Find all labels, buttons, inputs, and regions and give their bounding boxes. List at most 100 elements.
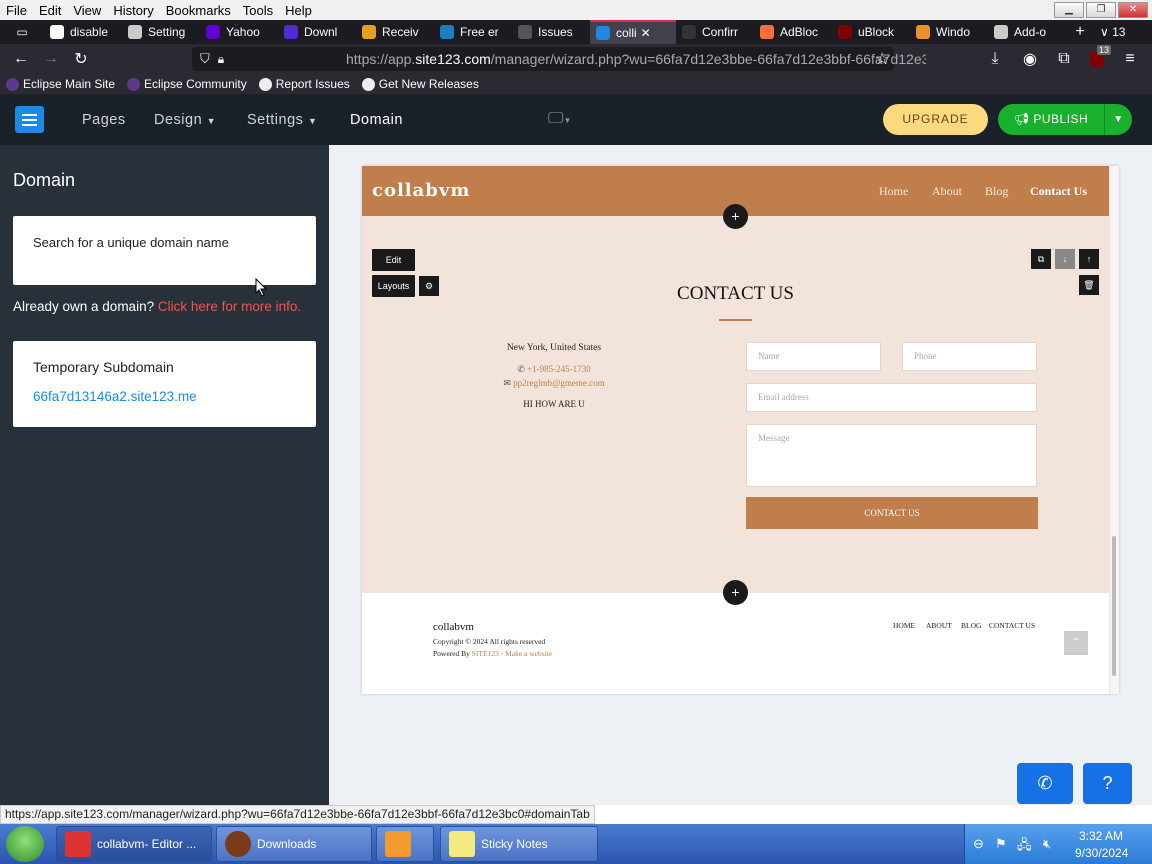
phone-field[interactable]: Phone <box>902 342 1037 371</box>
bookmark-eclipse-main[interactable]: Eclipse Main Site <box>6 77 115 91</box>
browser-tab[interactable]: Downl <box>278 20 356 44</box>
downloads-icon[interactable]: ⤓ <box>980 44 1010 74</box>
extensions-icon[interactable]: ⧉ <box>1049 44 1079 74</box>
browser-tab[interactable]: Yahoo <box>200 20 278 44</box>
clock-time[interactable]: 3:32 AM <box>1079 829 1123 843</box>
site-logo[interactable]: collabvm <box>372 180 470 201</box>
close-window-button[interactable]: ✕ <box>1118 2 1148 18</box>
nav-domain[interactable]: Domain <box>350 112 403 128</box>
publish-dropdown-button[interactable]: ▼ <box>1105 114 1132 125</box>
preview-scrollbar[interactable] <box>1110 166 1119 694</box>
browser-tab[interactable]: Windo <box>910 20 988 44</box>
move-down-icon[interactable]: ↓ <box>1055 249 1075 269</box>
domain-search-card[interactable]: Search for a unique domain name <box>13 216 316 285</box>
taskbar-item-browser[interactable]: collabvm- Editor ... <box>56 826 212 862</box>
taskbar-item-downloads[interactable]: Downloads <box>216 826 372 862</box>
contact-email[interactable]: ✉ pp2reglmb@gmeme.com <box>454 378 654 389</box>
site-nav-contact[interactable]: Contact Us <box>1030 184 1087 199</box>
minimize-button[interactable]: ▁ <box>1054 2 1084 18</box>
browser-tab[interactable]: Add-o <box>988 20 1066 44</box>
browser-tab-label: Setting <box>148 25 186 39</box>
desktop-preview-icon[interactable]: 🖵︎▼ <box>548 110 571 128</box>
nav-settings[interactable]: Settings ▼ <box>247 112 317 128</box>
browser-tab[interactable]: Confirr <box>676 20 754 44</box>
start-alien-icon[interactable] <box>6 826 44 862</box>
temp-subdomain-link[interactable]: 66fa7d13146a2.site123.me <box>33 389 197 404</box>
browser-tab[interactable]: Receiv <box>356 20 434 44</box>
bookmark-report-issues[interactable]: Report Issues <box>258 77 350 91</box>
publish-button[interactable]: 📢︎ PUBLISH ▼ <box>998 104 1132 135</box>
email-field[interactable]: Email address <box>746 383 1037 412</box>
add-section-button-bottom[interactable]: + <box>723 580 748 605</box>
site123-logo[interactable] <box>15 106 44 133</box>
phone-support-button[interactable]: ✆ <box>1017 763 1073 804</box>
menu-history[interactable]: History <box>107 3 159 18</box>
tab-overflow-button[interactable]: ∨ 13 <box>1094 20 1131 44</box>
footer-nav-about[interactable]: ABOUT <box>926 621 952 630</box>
footer-nav-contact[interactable]: CONTACT US <box>989 621 1035 630</box>
menu-edit[interactable]: Edit <box>33 3 67 18</box>
menu-file[interactable]: File <box>0 3 33 18</box>
forward-button[interactable]: → <box>36 44 66 74</box>
click-here-link[interactable]: Click here for more info. <box>158 299 301 314</box>
add-section-button-top[interactable]: + <box>723 204 748 229</box>
maximize-button[interactable]: ❐ <box>1086 2 1116 18</box>
domain-search-input[interactable]: Search for a unique domain name <box>33 235 229 250</box>
taskbar-item-sticky-notes[interactable]: Sticky Notes <box>440 826 598 862</box>
reload-button[interactable]: ↻ <box>66 44 96 74</box>
tray-network-icon[interactable]: 🖧︎ <box>1017 836 1032 858</box>
contact-phone[interactable]: ✆ +1-985-245-1730 <box>454 364 654 375</box>
ublock-extension-icon[interactable]: 13 <box>1082 44 1112 74</box>
copy-section-icon[interactable]: ⧉ <box>1031 249 1051 269</box>
browser-tab[interactable]: Issues <box>512 20 590 44</box>
url-bar[interactable]: ⛉ 🔒︎ https://app.site123.com/manager/wiz… <box>192 47 926 71</box>
bookmark-get-new-releases[interactable]: Get New Releases <box>361 77 479 91</box>
help-button[interactable]: ? <box>1083 763 1132 804</box>
contact-submit-button[interactable]: CONTACT US <box>746 497 1038 529</box>
browser-tab[interactable]: uBlock <box>832 20 910 44</box>
account-icon[interactable]: ◉ <box>1015 44 1045 74</box>
menu-help[interactable]: Help <box>279 3 318 18</box>
move-up-icon[interactable]: ↑ <box>1079 249 1099 269</box>
edit-section-button[interactable]: Edit <box>372 249 415 271</box>
tray-volume-muted-icon[interactable]: 🔇︎ <box>1043 836 1051 852</box>
menu-tools[interactable]: Tools <box>237 3 279 18</box>
message-field[interactable]: Message <box>746 424 1037 487</box>
site-nav-home[interactable]: Home <box>879 184 908 199</box>
tab-list-icon[interactable]: ▭ <box>0 20 44 44</box>
new-tab-button[interactable]: + <box>1066 20 1094 44</box>
scrollbar-thumb[interactable] <box>1112 536 1116 676</box>
bookmark-star-icon[interactable]: ☆ <box>867 44 897 74</box>
scroll-top-button[interactable]: ⌃ <box>1064 631 1088 655</box>
menu-view[interactable]: View <box>67 3 107 18</box>
browser-tab-label: Downl <box>304 25 338 39</box>
back-button[interactable]: ← <box>6 44 36 74</box>
footer-logo[interactable]: collabvm <box>433 621 474 633</box>
browser-tab[interactable]: colli ✕ <box>590 20 676 44</box>
browser-tab[interactable]: disable <box>44 20 122 44</box>
clock-date[interactable]: 9/30/2024 <box>1075 846 1128 860</box>
close-tab-icon[interactable]: ✕ <box>641 26 651 40</box>
browser-tab-label: Yahoo <box>226 25 260 39</box>
bookmark-eclipse-community[interactable]: Eclipse Community <box>127 77 247 91</box>
hamburger-menu-icon[interactable]: ≡ <box>1115 44 1145 74</box>
nav-design[interactable]: Design ▼ <box>154 112 216 128</box>
footer-nav-home[interactable]: HOME <box>893 621 915 630</box>
make-website-link[interactable]: Make a website <box>505 649 552 658</box>
powered-link[interactable]: SITE123 <box>472 649 499 658</box>
nav-pages[interactable]: Pages <box>82 112 126 128</box>
tray-help-icon[interactable]: ⊖ <box>973 836 984 852</box>
browser-tab[interactable]: AdBloc <box>754 20 832 44</box>
site-nav-blog[interactable]: Blog <box>985 184 1008 199</box>
contact-address: New York, United States <box>506 343 602 353</box>
footer-nav-blog[interactable]: BLOG <box>961 621 981 630</box>
tray-flag-icon[interactable]: ⚑ <box>995 836 1007 852</box>
upgrade-button[interactable]: UPGRADE <box>883 104 988 135</box>
publish-main[interactable]: 📢︎ PUBLISH <box>998 104 1105 135</box>
browser-tab[interactable]: Free er <box>434 20 512 44</box>
name-field[interactable]: Name <box>746 342 881 371</box>
browser-tab[interactable]: Setting <box>122 20 200 44</box>
menu-bookmarks[interactable]: Bookmarks <box>160 3 237 18</box>
taskbar-item-media[interactable] <box>376 826 434 862</box>
site-nav-about[interactable]: About <box>932 184 962 199</box>
